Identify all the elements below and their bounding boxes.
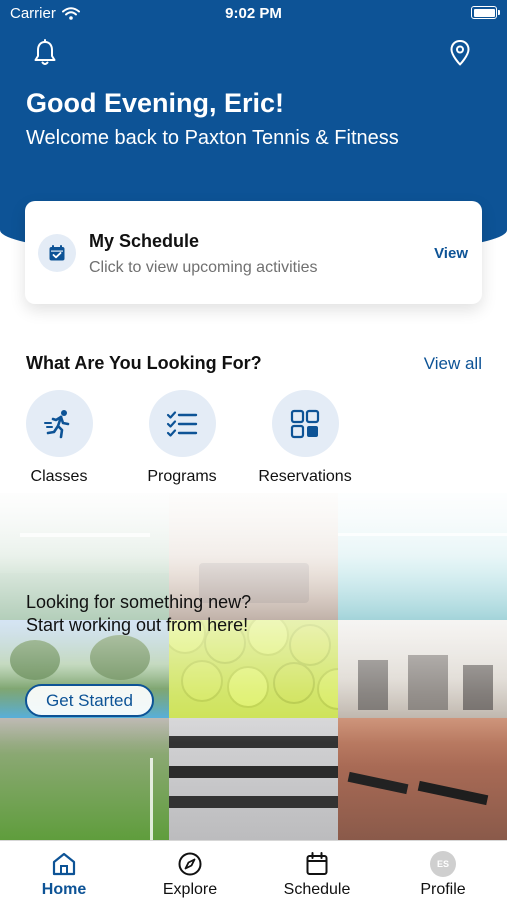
tab-label: Home [41, 881, 87, 898]
tab-label: Profile [420, 881, 466, 898]
gym-photo [338, 620, 507, 718]
status-bar: Carrier 9:02 PM [0, 0, 507, 30]
turf-field-photo [0, 718, 169, 840]
my-schedule-card[interactable]: My Schedule Click to view upcoming activ… [25, 201, 482, 304]
bottom-tab-bar: Home Explore Schedule ES Profile [0, 840, 507, 900]
photo-collage [0, 493, 507, 840]
promo-line-2: Start working out from here! [26, 615, 249, 635]
grid-icon [290, 409, 320, 438]
running-person-icon [44, 409, 70, 438]
calendar-check-icon [49, 245, 65, 261]
category-classes[interactable]: Classes [4, 390, 114, 486]
calendar-badge [38, 234, 76, 272]
location-pin-icon[interactable] [447, 39, 473, 67]
tab-schedule[interactable]: Schedule [262, 841, 372, 900]
home-icon [52, 852, 76, 876]
welcome-subtitle: Welcome back to Paxton Tennis & Fitness [26, 127, 399, 149]
tab-label: Explore [162, 881, 218, 898]
calendar-icon [306, 852, 328, 875]
status-time: 9:02 PM [225, 5, 282, 22]
bell-icon[interactable] [32, 39, 58, 67]
category-label: Reservations [258, 468, 352, 485]
category-label: Programs [147, 468, 217, 485]
schedule-card-title: My Schedule [89, 231, 200, 251]
tab-profile[interactable]: ES Profile [388, 841, 498, 900]
category-programs[interactable]: Programs [127, 390, 237, 486]
promo-text: Looking for something new? Start working… [26, 591, 251, 637]
schedule-view-link[interactable]: View [434, 245, 468, 262]
compass-icon [178, 852, 202, 876]
pool-photo [338, 493, 507, 620]
tab-explore[interactable]: Explore [135, 841, 245, 900]
checklist-icon [166, 410, 198, 437]
section-title: What Are You Looking For? [26, 353, 262, 373]
promo-line-1: Looking for something new? [26, 592, 252, 612]
category-reservations[interactable]: Reservations [250, 390, 360, 486]
battery-icon [471, 6, 500, 19]
greeting-title: Good Evening, Eric! [26, 88, 285, 118]
treadmills-photo [338, 718, 507, 840]
tab-home[interactable]: Home [9, 841, 119, 900]
get-started-button[interactable]: Get Started [25, 684, 154, 717]
tab-label: Schedule [283, 881, 351, 898]
avatar: ES [430, 851, 456, 877]
schedule-card-subtitle: Click to view upcoming activities [89, 259, 318, 276]
category-label: Classes [30, 468, 88, 485]
dumbbells-photo [169, 718, 338, 840]
view-all-link[interactable]: View all [424, 354, 482, 374]
